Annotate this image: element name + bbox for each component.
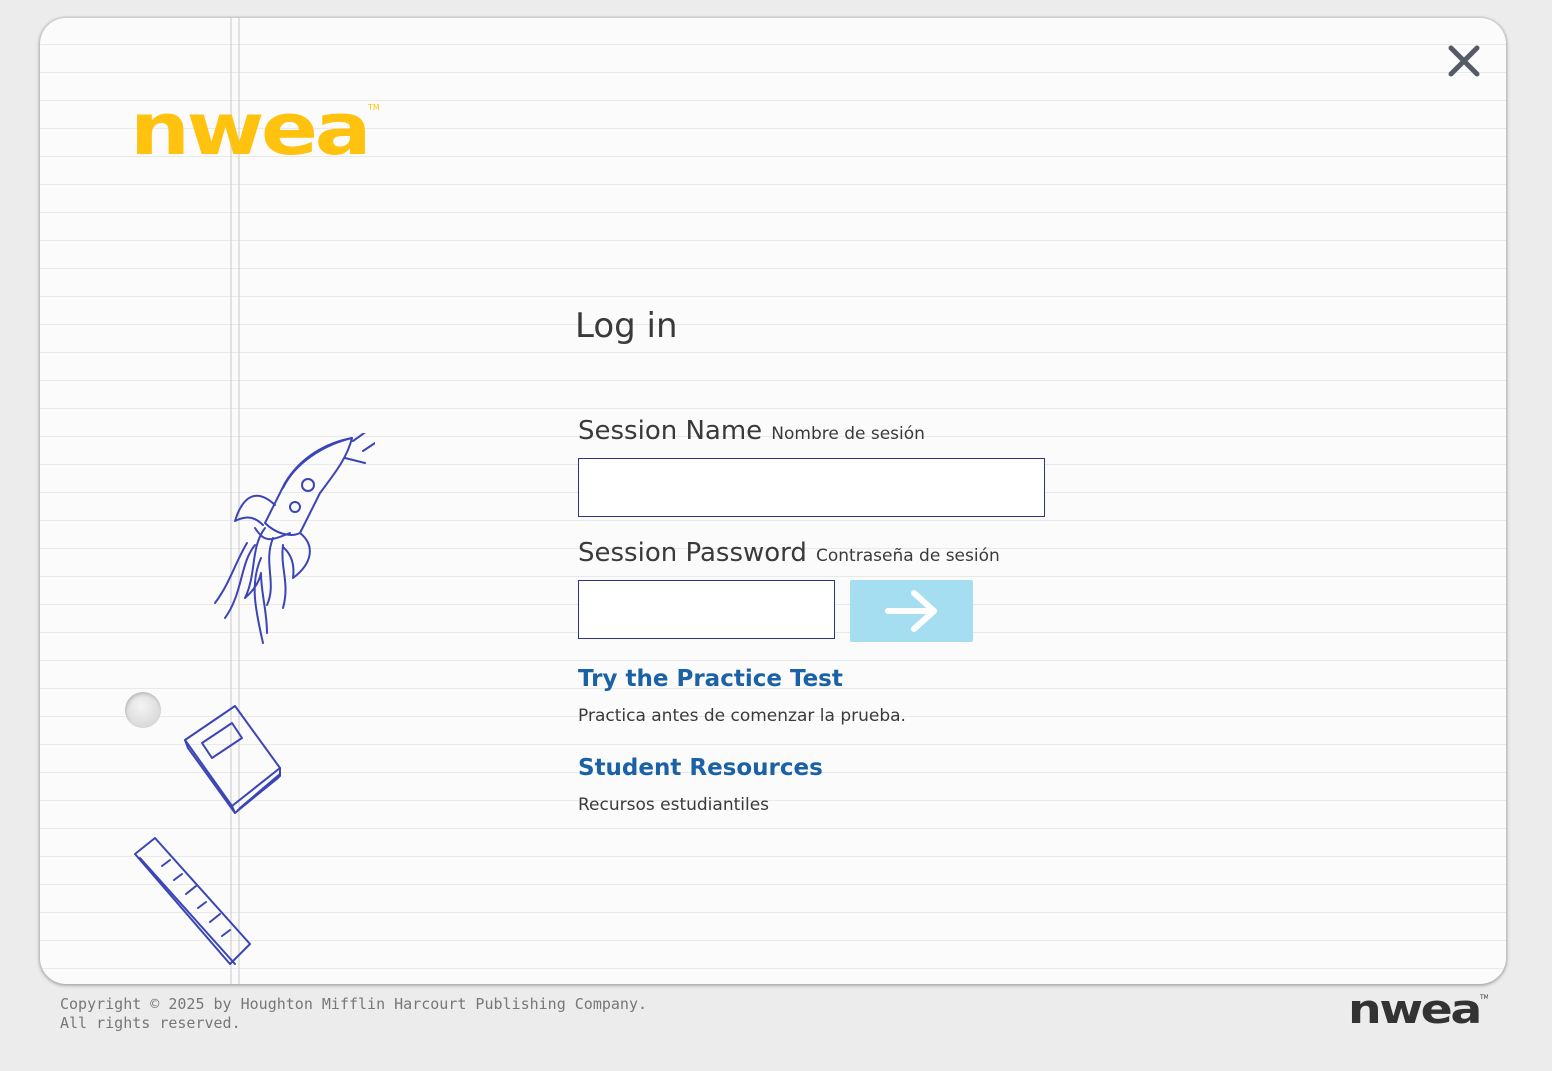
practice-test-link[interactable]: Try the Practice Test	[578, 666, 843, 692]
session-name-input[interactable]	[578, 458, 1045, 517]
svg-text:nwea: nwea	[1348, 990, 1480, 1030]
nwea-footer-logo: nwea TM	[1348, 990, 1488, 1030]
binder-hole	[125, 692, 161, 728]
svg-text:TM: TM	[367, 103, 380, 112]
book-doodle	[184, 705, 281, 814]
copyright-text: Copyright © 2025 by Houghton Mifflin Har…	[60, 995, 647, 1032]
ruler-doodle	[134, 837, 251, 965]
login-card: nwea TM Log in Session Name Nombre de se…	[40, 18, 1506, 984]
practice-test-subtitle: Practica antes de comenzar la prueba.	[578, 706, 906, 726]
student-resources-link[interactable]: Student Resources	[578, 755, 823, 781]
login-title: Log in	[575, 306, 678, 346]
session-password-label-text: Session Password	[578, 538, 807, 568]
session-password-input[interactable]	[578, 580, 835, 639]
arrow-right-icon	[885, 590, 937, 632]
close-button[interactable]	[1445, 42, 1483, 80]
svg-text:TM: TM	[1479, 994, 1488, 1001]
session-name-label-es: Nombre de sesión	[771, 424, 925, 444]
student-resources-subtitle: Recursos estudiantiles	[578, 795, 770, 815]
close-icon	[1448, 45, 1480, 77]
session-password-label-es: Contraseña de sesión	[816, 546, 1000, 566]
session-password-label: Session Password Contraseña de sesión	[578, 538, 1000, 568]
session-name-label: Session Name Nombre de sesión	[578, 416, 925, 446]
rocket-doodle	[214, 433, 375, 644]
svg-text:nwea: nwea	[130, 98, 368, 162]
submit-button[interactable]	[850, 580, 973, 642]
nwea-logo: nwea TM	[130, 98, 380, 162]
session-name-label-text: Session Name	[578, 416, 763, 446]
